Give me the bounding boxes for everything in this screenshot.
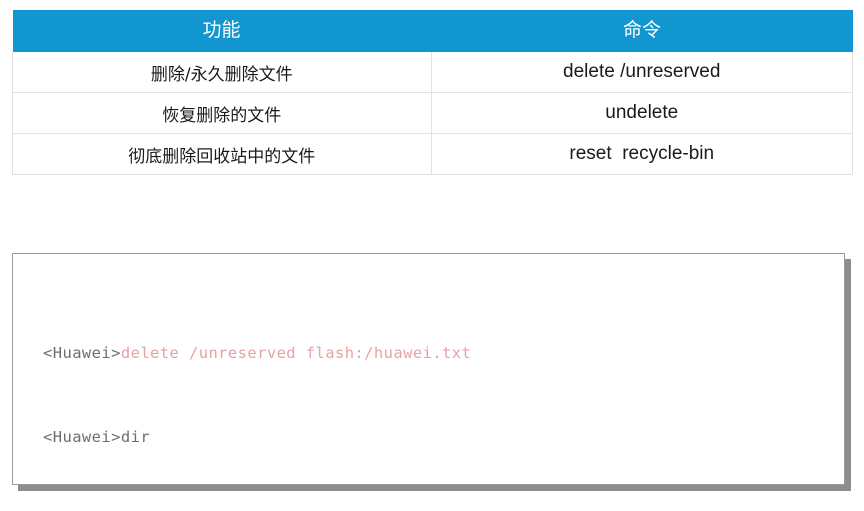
cell-function: 删除/永久删除文件 (12, 52, 432, 93)
table-row: 恢复删除的文件 undelete (12, 92, 853, 134)
cli-line-rest: dir (120, 428, 151, 446)
cli-command-highlight: delete /unreserved flash:/huawei.txt (120, 344, 472, 362)
cli-line: <Huawei>dir (43, 427, 840, 448)
command-table: 功能 命令 删除/永久删除文件 delete /unreserved 恢复删除的… (12, 10, 853, 175)
column-header-function: 功能 (12, 10, 432, 52)
cli-output-panel: <Huawei>delete /unreserved flash:/huawei… (12, 253, 845, 485)
cell-command: reset recycle-bin (431, 133, 853, 175)
table-row: 删除/永久删除文件 delete /unreserved (12, 52, 853, 93)
table-row: 彻底删除回收站中的文件 reset recycle-bin (12, 133, 853, 175)
cli-output-text: <Huawei>delete /unreserved flash:/huawei… (43, 280, 840, 484)
cli-line: <Huawei>delete /unreserved flash:/huawei… (43, 343, 840, 364)
table-header: 功能 命令 (12, 10, 853, 52)
table-body: 删除/永久删除文件 delete /unreserved 恢复删除的文件 und… (12, 52, 853, 175)
cli-prompt: <Huawei> (43, 428, 121, 446)
cli-prompt: <Huawei> (43, 344, 121, 362)
column-header-command: 命令 (431, 10, 853, 52)
command-reference-table: 功能 命令 删除/永久删除文件 delete /unreserved 恢复删除的… (12, 10, 853, 175)
cell-function: 恢复删除的文件 (12, 92, 432, 134)
cell-command: undelete (431, 92, 853, 134)
table-header-row: 功能 命令 (12, 10, 853, 52)
cell-command: delete /unreserved (431, 52, 853, 93)
cell-function: 彻底删除回收站中的文件 (12, 133, 432, 175)
